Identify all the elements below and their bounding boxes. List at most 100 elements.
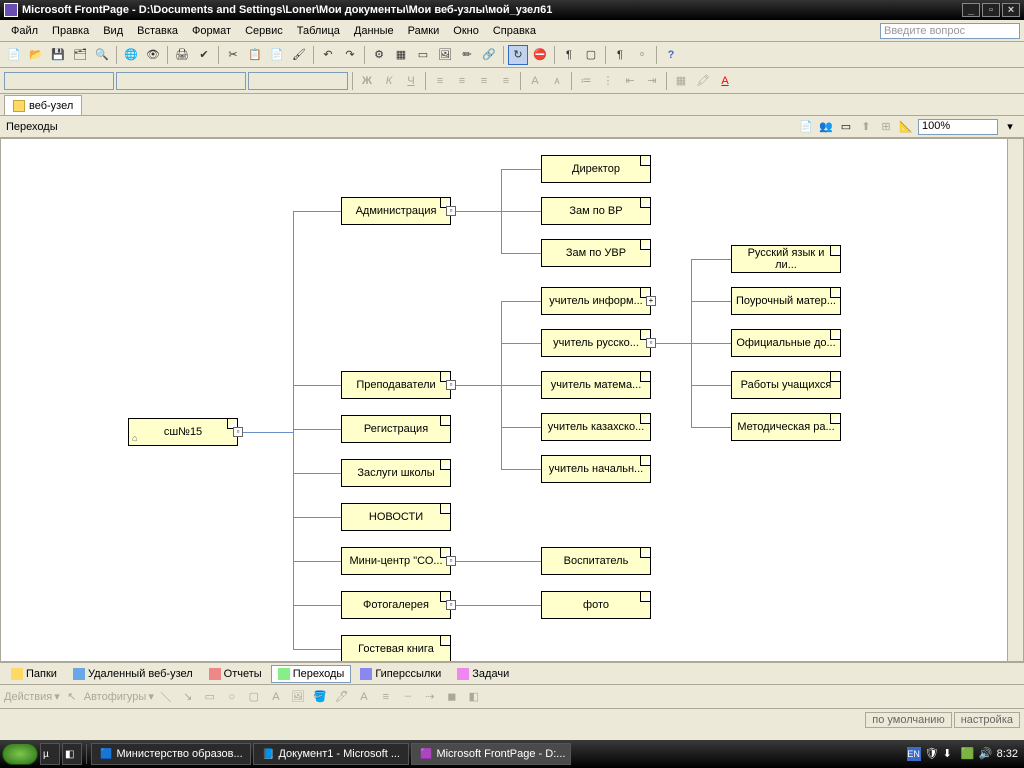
- quicklaunch-2[interactable]: ◧: [62, 743, 82, 765]
- zoom-dropdown-icon[interactable]: ▾: [1002, 119, 1018, 135]
- tray-icon-3[interactable]: 🟩: [961, 747, 975, 761]
- bullets-icon[interactable]: ⋮: [598, 71, 618, 91]
- arrowstyle-icon[interactable]: ⇢: [420, 687, 440, 707]
- actions-menu[interactable]: Действия: [4, 691, 52, 703]
- font-combo[interactable]: [116, 72, 246, 90]
- node-register[interactable]: Регистрация: [341, 415, 451, 443]
- node-method[interactable]: Методическая ра...: [731, 413, 841, 441]
- menu-format[interactable]: Формат: [185, 23, 238, 39]
- tab-reports[interactable]: Отчеты: [202, 665, 269, 683]
- tab-navigation[interactable]: Переходы: [271, 665, 352, 683]
- align-right-icon[interactable]: ≡: [474, 71, 494, 91]
- zoom-combo[interactable]: 100%: [918, 119, 998, 135]
- format-painter-icon[interactable]: 🖌: [289, 45, 309, 65]
- line-icon[interactable]: ＼: [156, 687, 176, 707]
- tray-icon-4[interactable]: 🔊: [979, 747, 993, 761]
- node-news[interactable]: НОВОСТИ: [341, 503, 451, 531]
- clipart-icon[interactable]: 🖼: [288, 687, 308, 707]
- autoshapes-menu[interactable]: Автофигуры: [84, 691, 147, 703]
- show-layer-icon[interactable]: ▢: [581, 45, 601, 65]
- print-icon[interactable]: 🖨: [172, 45, 192, 65]
- portrait-icon[interactable]: 📐: [898, 119, 914, 135]
- menu-edit[interactable]: Правка: [45, 23, 96, 39]
- node-t-rus[interactable]: учитель русско...▫: [541, 329, 651, 357]
- 3d-icon[interactable]: ◧: [464, 687, 484, 707]
- menu-service[interactable]: Сервис: [238, 23, 290, 39]
- tab-hyperlinks[interactable]: Гиперссылки: [353, 665, 448, 683]
- dash-icon[interactable]: ┄: [398, 687, 418, 707]
- indent-icon[interactable]: ⇥: [642, 71, 662, 91]
- search-icon[interactable]: 🔍: [92, 45, 112, 65]
- menu-window[interactable]: Окно: [446, 23, 486, 39]
- publish-icon[interactable]: 🌐: [121, 45, 141, 65]
- node-zamuvr[interactable]: Зам по УВР: [541, 239, 651, 267]
- clock[interactable]: 8:32: [997, 748, 1018, 760]
- font-shrink-icon[interactable]: ᴀ: [547, 71, 567, 91]
- align-left-icon[interactable]: ≡: [430, 71, 450, 91]
- node-admin[interactable]: Администрация▫: [341, 197, 451, 225]
- outdent-icon[interactable]: ⇤: [620, 71, 640, 91]
- copy-icon[interactable]: 📋: [245, 45, 265, 65]
- node-official[interactable]: Официальные до...: [731, 329, 841, 357]
- style-combo[interactable]: [4, 72, 114, 90]
- menu-file[interactable]: Файл: [4, 23, 45, 39]
- linecolor-icon[interactable]: 🖊: [332, 687, 352, 707]
- node-t-elem[interactable]: учитель начальн...: [541, 455, 651, 483]
- new-page-small-icon[interactable]: 📄: [798, 119, 814, 135]
- align-justify-icon[interactable]: ≡: [496, 71, 516, 91]
- font-grow-icon[interactable]: A: [525, 71, 545, 91]
- lineweight-icon[interactable]: ≡: [376, 687, 396, 707]
- start-button[interactable]: [2, 743, 38, 765]
- nav-view-icon[interactable]: ▭: [838, 119, 854, 135]
- tree-up-icon[interactable]: ⬆: [858, 119, 874, 135]
- cut-icon[interactable]: ✂: [223, 45, 243, 65]
- taskbar-item-2[interactable]: 📘 Документ1 - Microsoft ...: [253, 743, 409, 765]
- menu-table[interactable]: Таблица: [290, 23, 347, 39]
- tab-website[interactable]: веб-узел: [4, 95, 82, 115]
- numbering-icon[interactable]: ≔: [576, 71, 596, 91]
- tab-folders[interactable]: Папки: [4, 665, 64, 683]
- paragraph-icon[interactable]: ¶: [610, 45, 630, 65]
- menu-help[interactable]: Справка: [486, 23, 543, 39]
- fontcolor2-icon[interactable]: A: [354, 687, 374, 707]
- drawing-icon[interactable]: ✏: [457, 45, 477, 65]
- option-icon[interactable]: ⚬: [632, 45, 652, 65]
- help-question-input[interactable]: Введите вопрос: [880, 23, 1020, 39]
- menu-frames[interactable]: Рамки: [401, 23, 447, 39]
- redo-icon[interactable]: ↷: [340, 45, 360, 65]
- textbox-icon[interactable]: ▢: [244, 687, 264, 707]
- preview-icon[interactable]: 👁: [143, 45, 163, 65]
- status-default[interactable]: по умолчанию: [865, 712, 951, 728]
- tray-icon-1[interactable]: 🛡: [925, 747, 939, 761]
- save-icon[interactable]: 💾: [48, 45, 68, 65]
- paste-icon[interactable]: 📄: [267, 45, 287, 65]
- node-ruslit[interactable]: Русский язык и ли...: [731, 245, 841, 273]
- close-button[interactable]: ×: [1002, 3, 1020, 17]
- node-t-inform[interactable]: учитель информ...+: [541, 287, 651, 315]
- borders-icon[interactable]: ▦: [671, 71, 691, 91]
- node-director[interactable]: Директор: [541, 155, 651, 183]
- wordart-icon[interactable]: A: [266, 687, 286, 707]
- open-icon[interactable]: 📂: [26, 45, 46, 65]
- show-all-icon[interactable]: ¶: [559, 45, 579, 65]
- select-icon[interactable]: ↖: [62, 687, 82, 707]
- italic-icon[interactable]: К: [379, 71, 399, 91]
- lang-indicator[interactable]: EN: [907, 747, 921, 761]
- spell-icon[interactable]: ✔: [194, 45, 214, 65]
- stop-icon[interactable]: ⛔: [530, 45, 550, 65]
- node-photo[interactable]: фото: [541, 591, 651, 619]
- minimize-button[interactable]: _: [962, 3, 980, 17]
- node-zamvr[interactable]: Зам по ВР: [541, 197, 651, 225]
- node-merits[interactable]: Заслуги школы: [341, 459, 451, 487]
- subtree-icon[interactable]: ⊞: [878, 119, 894, 135]
- arrow-icon[interactable]: ↘: [178, 687, 198, 707]
- node-guestbook[interactable]: Гостевая книга: [341, 635, 451, 662]
- fill-icon[interactable]: 🪣: [310, 687, 330, 707]
- node-t-kaz[interactable]: учитель казахско...: [541, 413, 651, 441]
- tab-remote[interactable]: Удаленный веб-узел: [66, 665, 200, 683]
- underline-icon[interactable]: Ч: [401, 71, 421, 91]
- web-component-icon[interactable]: ⚙: [369, 45, 389, 65]
- add-existing-icon[interactable]: 👥: [818, 119, 834, 135]
- size-combo[interactable]: [248, 72, 348, 90]
- table-icon[interactable]: ▦: [391, 45, 411, 65]
